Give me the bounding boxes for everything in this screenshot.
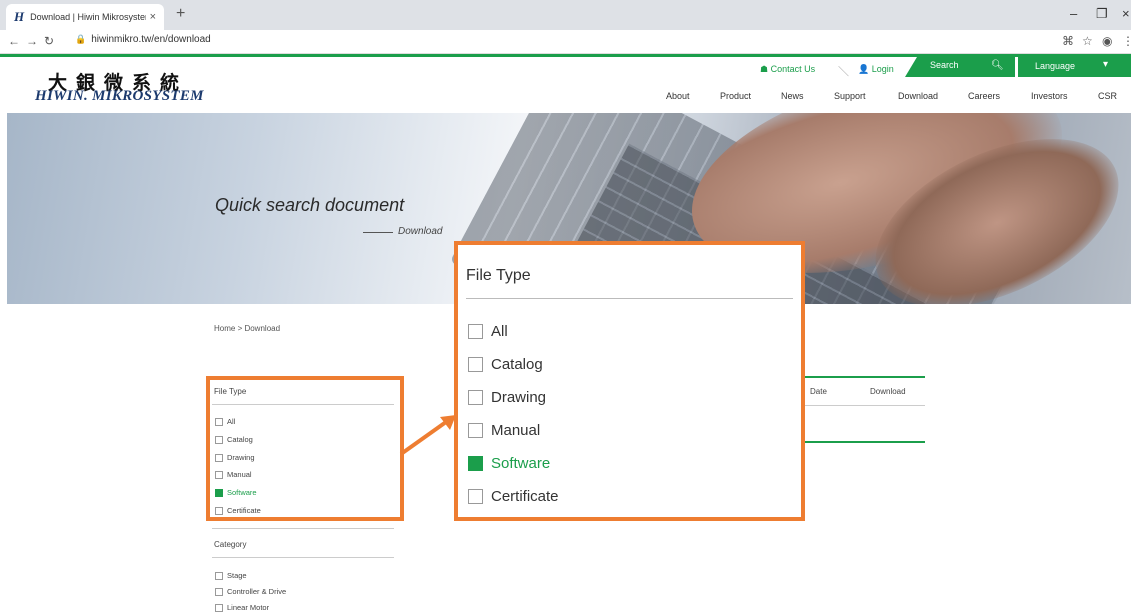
table-top-line bbox=[800, 376, 925, 378]
category-linear-motor[interactable]: Linear Motor bbox=[215, 603, 269, 612]
divider: ＼ bbox=[838, 66, 849, 78]
translate-icon[interactable]: ⌘ bbox=[1062, 34, 1074, 48]
checkbox[interactable] bbox=[215, 603, 223, 612]
checkbox[interactable] bbox=[468, 390, 483, 405]
logo-english[interactable]: HIWIN. MIKROSYSTEM bbox=[35, 88, 204, 105]
zoom-filter-certificate[interactable]: Certificate bbox=[468, 488, 559, 505]
favicon-icon: H bbox=[14, 9, 25, 24]
hero-title: Quick search document bbox=[215, 195, 405, 215]
back-arrow-icon[interactable]: ← bbox=[8, 34, 20, 48]
category-title: Category bbox=[214, 540, 247, 549]
new-tab-button[interactable]: + bbox=[176, 5, 185, 23]
tab-close-icon[interactable]: × bbox=[150, 11, 156, 23]
column-header-date[interactable]: Date bbox=[810, 387, 827, 396]
zoomed-file-type-callout: File Type All Catalog Drawing Manual Sof… bbox=[454, 241, 805, 521]
category-label: Linear Motor bbox=[227, 603, 270, 612]
lock-icon: 🔒 bbox=[75, 34, 87, 44]
filter-label: All bbox=[491, 323, 508, 340]
url-field[interactable]: 🔒 hiwinmikro.tw/en/download bbox=[75, 34, 211, 45]
reload-icon[interactable]: ↻ bbox=[44, 34, 54, 48]
login-label: Login bbox=[871, 64, 894, 74]
browser-tab-bar: H Download | Hiwin Mikrosystem × + – ❐ × bbox=[0, 0, 1131, 30]
hero-subtitle: Download bbox=[398, 226, 443, 237]
language-label: Language bbox=[1035, 61, 1076, 71]
contact-us-link[interactable]: ☗ Contact Us bbox=[760, 64, 815, 75]
checkbox[interactable] bbox=[468, 324, 483, 339]
table-bottom-line bbox=[800, 441, 925, 443]
forward-arrow-icon[interactable]: → bbox=[26, 34, 38, 48]
divider bbox=[212, 557, 394, 558]
divider bbox=[212, 528, 394, 529]
bookmark-star-icon[interactable]: ☆ bbox=[1082, 34, 1093, 48]
callout-arrow-icon bbox=[399, 415, 456, 456]
url-text: hiwinmikro.tw/en/download bbox=[91, 34, 211, 45]
home-icon: ☗ bbox=[760, 64, 769, 74]
nav-news[interactable]: News bbox=[781, 91, 804, 101]
zoom-filter-software[interactable]: Software bbox=[468, 455, 550, 472]
filter-label: Certificate bbox=[491, 488, 559, 505]
hero-divider bbox=[363, 232, 393, 233]
category-stage[interactable]: Stage bbox=[215, 571, 247, 580]
zoom-filter-all[interactable]: All bbox=[468, 323, 508, 340]
search-icon: 🔍︎ bbox=[991, 60, 1004, 71]
filter-label: Drawing bbox=[491, 389, 547, 406]
nav-support[interactable]: Support bbox=[834, 91, 866, 101]
search-label: Search bbox=[930, 60, 959, 70]
profile-icon[interactable]: ◉ bbox=[1102, 34, 1112, 48]
nav-product[interactable]: Product bbox=[720, 91, 751, 101]
filter-label: Catalog bbox=[491, 356, 543, 373]
divider bbox=[800, 405, 925, 406]
breadcrumb[interactable]: Home > Download bbox=[214, 324, 280, 333]
highlight-box bbox=[206, 376, 404, 521]
search-button[interactable]: Search 🔍︎ bbox=[905, 57, 1015, 77]
nav-download[interactable]: Download bbox=[898, 91, 938, 101]
checkbox[interactable] bbox=[468, 423, 483, 438]
nav-careers[interactable]: Careers bbox=[968, 91, 1000, 101]
column-header-download: Download bbox=[870, 387, 906, 396]
user-icon: 👤 bbox=[858, 64, 870, 74]
category-label: Stage bbox=[227, 571, 247, 580]
nav-about[interactable]: About bbox=[666, 91, 690, 101]
language-button[interactable]: Language ▾ bbox=[1018, 57, 1131, 77]
window-minimize-button[interactable]: – bbox=[1070, 6, 1077, 21]
category-controller-drive[interactable]: Controller & Drive bbox=[215, 587, 286, 596]
window-close-button[interactable]: × bbox=[1122, 6, 1130, 21]
checkbox[interactable] bbox=[215, 587, 223, 596]
checkbox[interactable] bbox=[468, 489, 483, 504]
browser-tab[interactable]: H Download | Hiwin Mikrosystem × bbox=[6, 4, 164, 30]
divider bbox=[466, 298, 793, 299]
zoom-filter-catalog[interactable]: Catalog bbox=[468, 356, 543, 373]
filter-label: Manual bbox=[491, 422, 541, 439]
category-label: Controller & Drive bbox=[227, 587, 287, 596]
zoom-filter-drawing[interactable]: Drawing bbox=[468, 389, 546, 406]
checkbox[interactable] bbox=[468, 357, 483, 372]
tab-title: Download | Hiwin Mikrosystem bbox=[30, 12, 146, 22]
zoom-file-type-title: File Type bbox=[466, 267, 531, 284]
caret-down-icon: ▾ bbox=[1103, 59, 1109, 70]
window-maximize-button[interactable]: ❐ bbox=[1096, 6, 1108, 22]
zoom-filter-manual[interactable]: Manual bbox=[468, 422, 540, 439]
nav-investors[interactable]: Investors bbox=[1031, 91, 1068, 101]
login-link[interactable]: 👤 Login bbox=[858, 64, 894, 75]
menu-dots-icon[interactable]: ⋮ bbox=[1122, 34, 1131, 48]
header-accent-line bbox=[0, 54, 1131, 57]
checkbox[interactable] bbox=[468, 456, 483, 471]
address-bar: ← → ↻ 🔒 hiwinmikro.tw/en/download ⌘ ☆ ◉ ⋮ bbox=[0, 30, 1131, 54]
contact-label: Contact Us bbox=[770, 64, 816, 74]
checkbox[interactable] bbox=[215, 571, 223, 580]
nav-csr[interactable]: CSR bbox=[1098, 91, 1117, 101]
filter-label: Software bbox=[491, 455, 551, 472]
